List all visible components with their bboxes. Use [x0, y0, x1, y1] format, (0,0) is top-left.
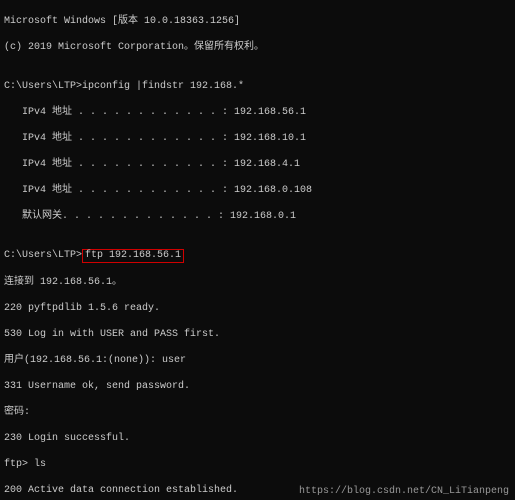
- ftp-cmd-line: C:\Users\LTP>ftp 192.168.56.1: [4, 249, 511, 263]
- ftp-line: 331 Username ok, send password.: [4, 380, 511, 393]
- cmd-terminal[interactable]: Microsoft Windows [版本 10.0.18363.1256] (…: [0, 0, 515, 500]
- ftp-line: 用户(192.168.56.1:(none)): user: [4, 354, 511, 367]
- ftp-command-highlight: ftp 192.168.56.1: [82, 249, 184, 263]
- ftp-line: 530 Log in with USER and PASS first.: [4, 328, 511, 341]
- ipconfig-row: 默认网关. . . . . . . . . . . . . : 192.168.…: [4, 210, 511, 223]
- ftp-line: 220 pyftpdlib 1.5.6 ready.: [4, 302, 511, 315]
- ipconfig-row: IPv4 地址 . . . . . . . . . . . . : 192.16…: [4, 132, 511, 145]
- ipconfig-row: IPv4 地址 . . . . . . . . . . . . : 192.16…: [4, 106, 511, 119]
- ftp-line: 密码:: [4, 406, 511, 419]
- ls-cmd: ftp> ls: [4, 458, 511, 471]
- ipconfig-row: IPv4 地址 . . . . . . . . . . . . : 192.16…: [4, 158, 511, 171]
- prompt: C:\Users\LTP>: [4, 250, 82, 261]
- ipconfig-row: IPv4 地址 . . . . . . . . . . . . : 192.16…: [4, 184, 511, 197]
- ipconfig-cmd: C:\Users\LTP>ipconfig |findstr 192.168.*: [4, 80, 511, 93]
- copyright-line: (c) 2019 Microsoft Corporation。保留所有权利。: [4, 41, 511, 54]
- watermark: https://blog.csdn.net/CN_LiTianpeng: [299, 485, 509, 498]
- ftp-line: 230 Login successful.: [4, 432, 511, 445]
- header-line: Microsoft Windows [版本 10.0.18363.1256]: [4, 15, 511, 28]
- ftp-connect: 连接到 192.168.56.1。: [4, 276, 511, 289]
